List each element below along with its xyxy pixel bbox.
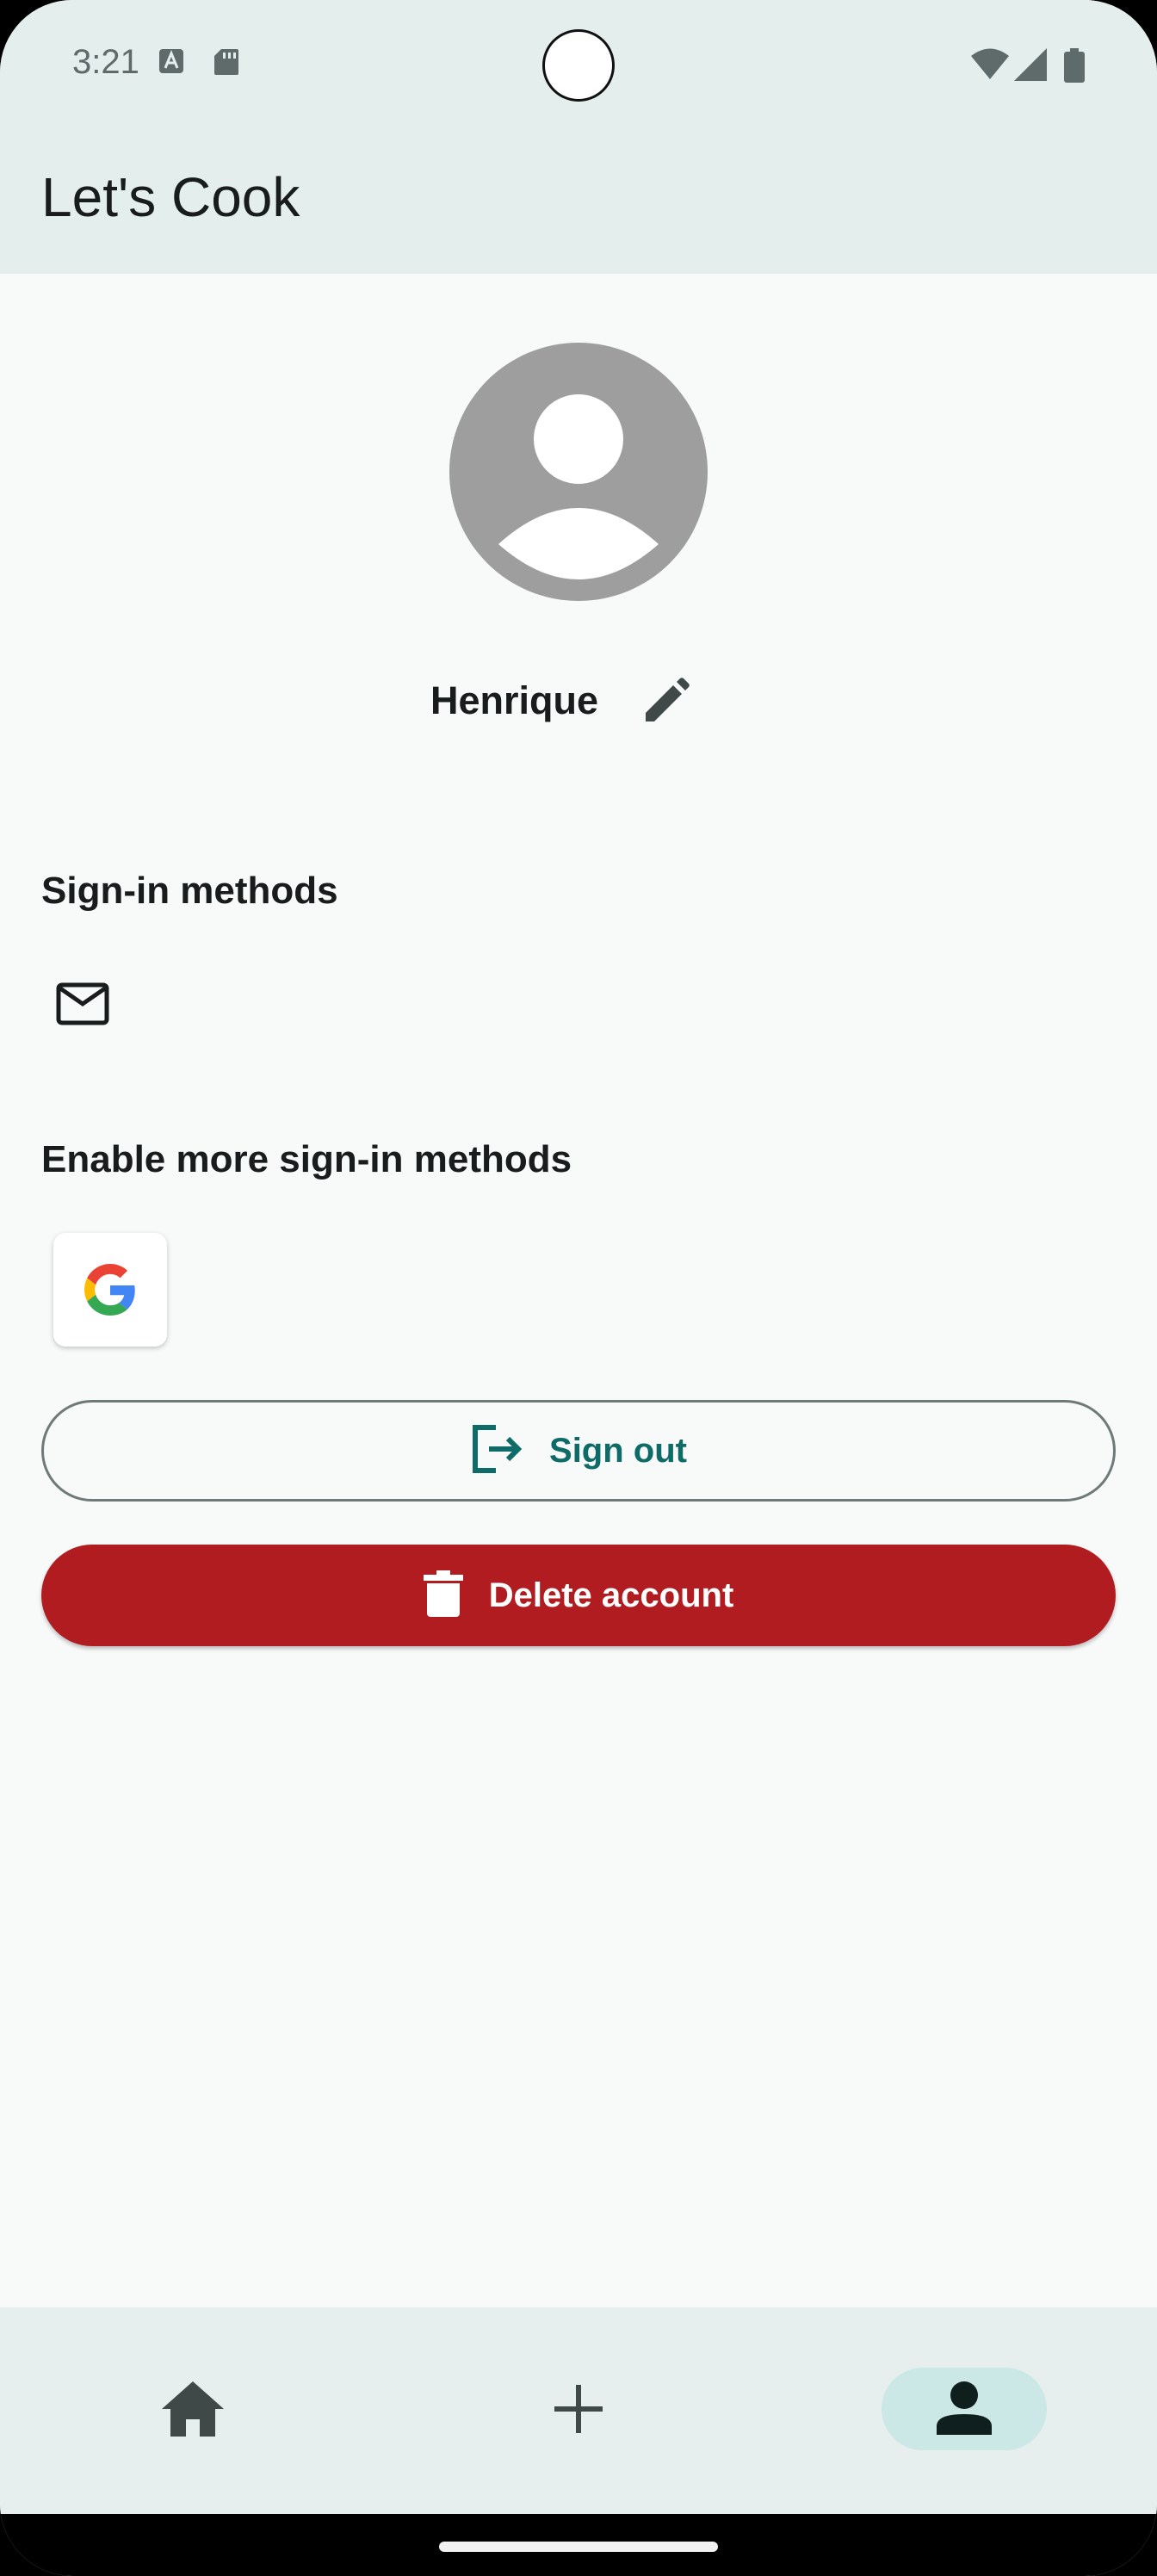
- username-row: Henrique: [0, 672, 1157, 732]
- logout-icon: [470, 1424, 523, 1478]
- app-title: Let's Cook: [41, 166, 300, 228]
- trash-icon: [423, 1570, 463, 1621]
- delete-account-button[interactable]: Delete account: [41, 1545, 1116, 1646]
- gesture-navigation-bar: [0, 2514, 1157, 2576]
- account-circle-icon: [449, 343, 708, 601]
- gesture-handle[interactable]: [439, 2542, 718, 2552]
- sign-in-methods-title: Sign-in methods: [41, 870, 338, 912]
- sign-out-button[interactable]: Sign out: [41, 1400, 1116, 1502]
- text-a-icon: [158, 48, 184, 78]
- nav-home[interactable]: [110, 2368, 275, 2450]
- top-app-bar: 3:21 Let's Cook: [0, 0, 1157, 274]
- status-time: 3:21: [72, 43, 139, 81]
- enable-more-title: Enable more sign-in methods: [41, 1138, 572, 1180]
- delete-account-label: Delete account: [488, 1576, 734, 1614]
- signal-icon: [1014, 48, 1047, 85]
- camera-cutout: [542, 29, 615, 102]
- sign-out-label: Sign out: [549, 1431, 687, 1470]
- delete-account-content: Delete account: [41, 1545, 1116, 1646]
- pencil-icon[interactable]: [635, 672, 696, 732]
- nav-profile[interactable]: [882, 2368, 1047, 2450]
- battery-icon: [1064, 48, 1085, 87]
- sign-out-content: Sign out: [44, 1403, 1113, 1499]
- nav-add[interactable]: [496, 2368, 661, 2450]
- bottom-navigation: [0, 2307, 1157, 2514]
- sd-card-icon: [213, 48, 239, 80]
- username: Henrique: [430, 678, 599, 722]
- screen: 3:21 Let's Cook Henrique Sign-in methods…: [0, 0, 1157, 2576]
- google-sign-in-button[interactable]: [53, 1233, 167, 1347]
- email-icon[interactable]: [50, 978, 119, 1031]
- wifi-icon: [971, 48, 1009, 84]
